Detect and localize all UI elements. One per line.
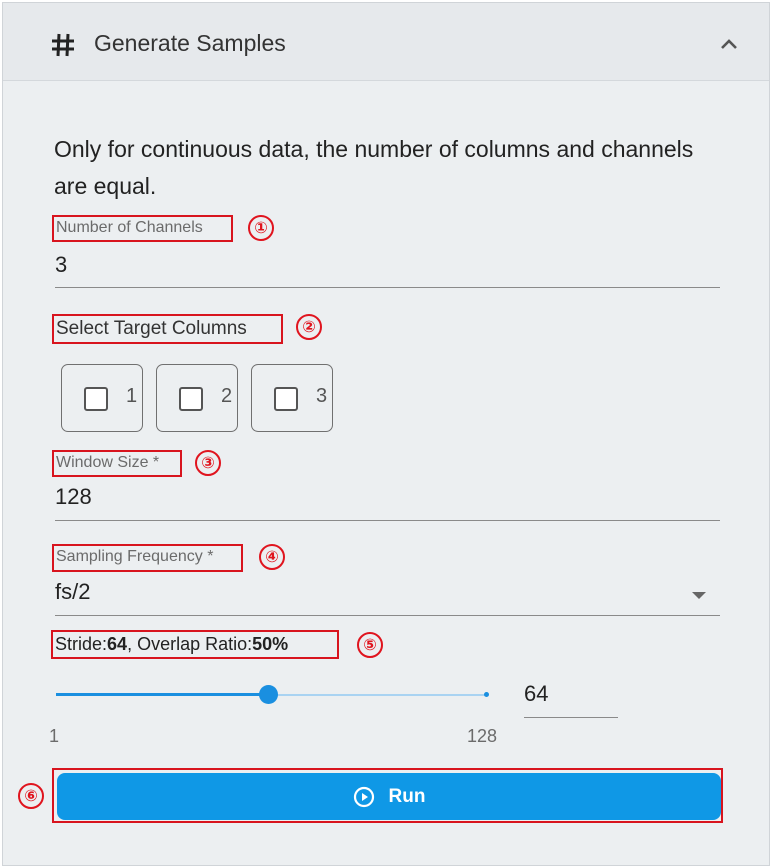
overlap-label: , Overlap Ratio: (127, 634, 253, 654)
stride-value: 64 (107, 634, 128, 654)
slider-track-inactive[interactable] (268, 694, 486, 696)
slider-track-end (484, 692, 489, 697)
column-option-1[interactable]: 1 (61, 364, 143, 432)
column-option-3[interactable]: 3 (251, 364, 333, 432)
panel-title: Generate Samples (94, 30, 286, 56)
stride-slider-thumb[interactable] (259, 685, 278, 704)
column-2-label: 2 (221, 385, 233, 407)
stride-value-underline (524, 717, 618, 718)
annotation-marker-6: ⑥ (18, 783, 44, 809)
column-1-label: 1 (126, 385, 138, 407)
annotation-marker-1: ① (248, 215, 274, 241)
sampling-frequency-underline (55, 615, 720, 616)
annotation-marker-5: ⑤ (357, 632, 383, 658)
chevron-up-icon[interactable] (717, 33, 741, 57)
stride-label: Stride: (55, 634, 108, 654)
channels-input[interactable]: 3 (55, 252, 67, 278)
play-circle-icon (353, 786, 374, 807)
overlap-value: 50% (252, 634, 289, 654)
sampling-frequency-select[interactable]: fs/2 (55, 579, 90, 605)
slider-min-label: 1 (49, 726, 60, 746)
stride-value-input[interactable]: 64 (524, 681, 548, 707)
slider-track-active[interactable] (56, 693, 268, 696)
column-option-2[interactable]: 2 (156, 364, 238, 432)
column-3-label: 3 (316, 385, 328, 407)
annotation-marker-3: ③ (195, 450, 221, 476)
column-1-checkbox[interactable] (84, 387, 108, 411)
window-size-underline (55, 520, 720, 521)
column-2-checkbox[interactable] (179, 387, 203, 411)
slider-max-label: 128 (467, 726, 498, 746)
annotation-marker-4: ④ (259, 544, 285, 570)
panel-header[interactable]: Generate Samples (3, 3, 769, 81)
stride-overlap-text: Stride:64, Overlap Ratio:50% (55, 634, 288, 655)
hash-icon (52, 33, 74, 57)
sampling-frequency-label: Sampling Frequency * (56, 548, 214, 565)
run-button-label: Run (388, 785, 426, 807)
description-text: Only for continuous data, the number of … (54, 136, 694, 199)
column-3-checkbox[interactable] (274, 387, 298, 411)
window-size-label: Window Size * (56, 454, 160, 471)
dropdown-caret-icon[interactable] (692, 592, 706, 599)
channels-label: Number of Channels (56, 219, 203, 236)
run-button[interactable]: Run (57, 773, 721, 820)
channels-underline (55, 287, 720, 288)
window-size-input[interactable]: 128 (55, 484, 92, 510)
target-columns-label: Select Target Columns (56, 318, 247, 339)
annotation-marker-2: ② (296, 314, 322, 340)
